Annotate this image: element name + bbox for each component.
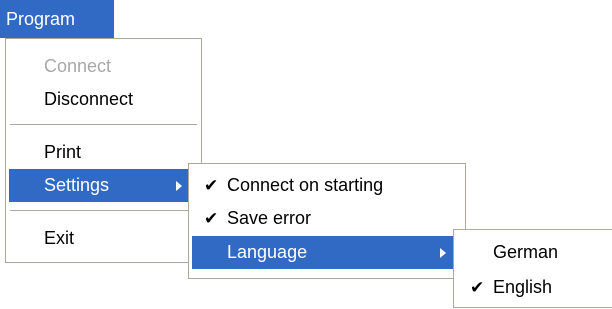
- check-icon: ✔: [204, 176, 219, 195]
- menu-separator: [10, 124, 197, 126]
- settings-submenu: ✔ Connect on starting ✔ Save error Langu…: [188, 163, 466, 279]
- menu-item-exit[interactable]: Exit: [9, 222, 198, 255]
- menu-item-settings-label: Settings: [44, 175, 110, 195]
- menu-item-language[interactable]: Language: [192, 236, 462, 269]
- submenu-arrow-icon: [440, 248, 446, 258]
- menu-item-german-label: German: [493, 242, 559, 262]
- menu-item-print[interactable]: Print: [9, 136, 198, 169]
- menu-separator: [10, 210, 197, 212]
- menu-item-english[interactable]: ✔ English: [457, 271, 609, 304]
- check-icon: ✔: [204, 209, 219, 228]
- menu-item-connect-label: Connect: [44, 56, 112, 76]
- menu-item-connect-on-starting-label: Connect on starting: [227, 175, 384, 195]
- menubar-program[interactable]: Program: [0, 0, 114, 38]
- program-menu: Connect Disconnect Print Settings Exit: [5, 38, 202, 263]
- menu-item-german[interactable]: German: [457, 236, 609, 269]
- menu-item-exit-label: Exit: [44, 228, 75, 248]
- menu-item-disconnect[interactable]: Disconnect: [9, 83, 198, 116]
- menu-item-connect-on-starting[interactable]: ✔ Connect on starting: [192, 169, 462, 202]
- submenu-arrow-icon: [176, 181, 182, 191]
- menu-item-save-error[interactable]: ✔ Save error: [192, 202, 462, 235]
- menu-item-save-error-label: Save error: [227, 208, 312, 228]
- menu-item-settings[interactable]: Settings: [9, 169, 198, 202]
- menu-item-english-label: English: [493, 277, 553, 297]
- menu-item-connect[interactable]: Connect: [9, 50, 198, 83]
- menu-item-print-label: Print: [44, 142, 82, 162]
- menu-item-language-label: Language: [227, 242, 308, 262]
- check-icon: ✔: [470, 278, 485, 297]
- language-submenu: German ✔ English: [453, 229, 612, 308]
- menu-item-disconnect-label: Disconnect: [44, 89, 134, 109]
